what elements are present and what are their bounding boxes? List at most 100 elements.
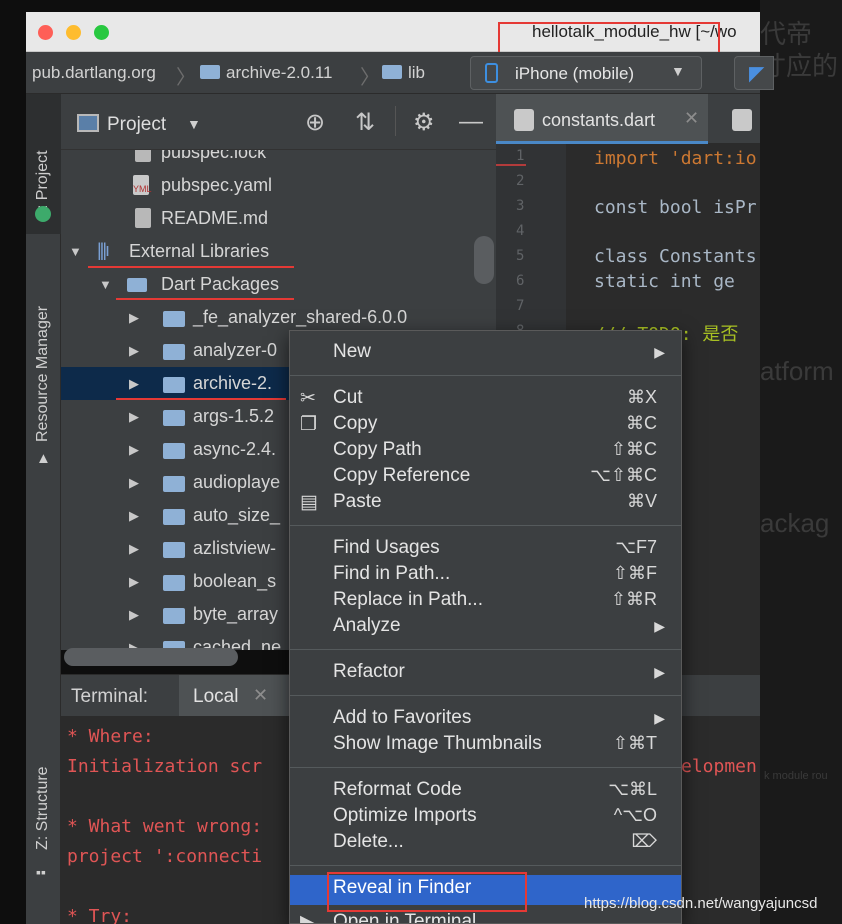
menu-item-replace-in-path[interactable]: Replace in Path... ⇧⌘R xyxy=(290,587,681,613)
menu-item-label: Paste xyxy=(333,491,382,512)
collapsed-arrow-icon[interactable]: ▶ xyxy=(129,442,139,458)
menu-item-label: Copy Path xyxy=(333,439,422,460)
close-window-button[interactable] xyxy=(38,25,53,40)
menu-item-copy-reference[interactable]: Copy Reference ⌥⇧⌘C xyxy=(290,463,681,489)
code-line: static int ge xyxy=(594,271,735,292)
menu-item-icon: ▤ xyxy=(300,492,318,513)
menu-item-label: Find in Path... xyxy=(333,563,451,584)
breadcrumb-item[interactable]: pub.dartlang.org xyxy=(32,63,156,83)
tab-constants-dart[interactable]: constants.dart ✕ xyxy=(496,94,708,144)
folder-icon xyxy=(163,509,185,525)
menu-item-label: New xyxy=(333,341,372,362)
editor-tab-bar: constants.dart ✕ xyxy=(496,94,760,144)
submenu-arrow-icon: ▶ xyxy=(654,344,665,360)
collapsed-arrow-icon[interactable]: ▶ xyxy=(129,343,139,359)
collapsed-arrow-icon[interactable]: ▶ xyxy=(129,541,139,557)
vertical-scrollbar[interactable] xyxy=(474,236,494,284)
menu-item-new[interactable]: New ▶ xyxy=(290,339,681,365)
chevron-down-icon[interactable]: ▼ xyxy=(187,116,201,132)
tree-item-label: pubspec.lock xyxy=(161,150,267,162)
device-selector-label: iPhone (mobile) xyxy=(515,64,635,83)
expand-arrow-icon[interactable]: ▼ xyxy=(99,277,112,292)
tree-item-label: audioplaye xyxy=(193,472,281,492)
tree-item[interactable]: pubspec.lock xyxy=(61,150,496,169)
tab-label: constants.dart xyxy=(542,110,656,130)
tab-resource-manager[interactable]: Resource Manager xyxy=(34,306,52,442)
tree-item-label: boolean_s xyxy=(193,571,277,591)
terminal-line: elopmen xyxy=(681,756,757,777)
menu-item-label: Delete... xyxy=(333,831,404,852)
tree-item-dart-packages[interactable]: ▼ Dart Packages xyxy=(61,268,496,301)
breadcrumb-separator-icon: 〉 xyxy=(176,67,196,89)
collapse-all-icon[interactable]: ⇅ xyxy=(355,108,375,137)
menu-item-label: Refactor xyxy=(333,661,405,682)
breadcrumb-separator-icon: 〉 xyxy=(360,67,380,89)
menu-item-shortcut: ^⌥O xyxy=(613,805,657,825)
line-number: 7 xyxy=(516,298,525,314)
android-icon xyxy=(35,206,51,222)
minimize-window-button[interactable] xyxy=(66,25,81,40)
menu-item-label: Copy Reference xyxy=(333,465,471,486)
submenu-arrow-icon: ▶ xyxy=(654,710,665,726)
menu-item-refactor[interactable]: Refactor ▶ xyxy=(290,659,681,685)
collapsed-arrow-icon[interactable]: ▶ xyxy=(129,574,139,590)
annotation-box xyxy=(327,872,527,912)
zoom-window-button[interactable] xyxy=(94,25,109,40)
project-view-selector[interactable]: Project xyxy=(107,114,166,136)
menu-item-reformat-code[interactable]: Reformat Code ⌥⌘L xyxy=(290,777,681,803)
flutter-icon: ◤ xyxy=(749,63,765,85)
tree-item[interactable]: YML pubspec.yaml xyxy=(61,169,496,202)
expand-arrow-icon[interactable]: ▼ xyxy=(69,244,82,259)
menu-item-analyze[interactable]: Analyze ▶ xyxy=(290,613,681,639)
locate-file-icon[interactable]: ⊕ xyxy=(305,108,325,137)
collapsed-arrow-icon[interactable]: ▶ xyxy=(129,409,139,425)
tree-item-label: External Libraries xyxy=(129,241,270,261)
close-icon[interactable]: ✕ xyxy=(253,685,268,706)
run-config-selector[interactable]: ◤ xyxy=(734,56,774,90)
horizontal-scrollbar[interactable] xyxy=(64,648,238,666)
breadcrumb-item[interactable]: archive-2.0.11 xyxy=(200,63,332,83)
menu-item-find-in-path[interactable]: Find in Path... ⇧⌘F xyxy=(290,561,681,587)
collapsed-arrow-icon[interactable]: ▶ xyxy=(129,508,139,524)
menu-item-find-usages[interactable]: Find Usages ⌥F7 xyxy=(290,535,681,561)
menu-item-copy-path[interactable]: Copy Path ⇧⌘C xyxy=(290,437,681,463)
menu-item-optimize-imports[interactable]: Optimize Imports ^⌥O xyxy=(290,803,681,829)
menu-item-copy[interactable]: ❐ Copy ⌘C xyxy=(290,411,681,437)
project-panel-header: Project ▼ ⊕ ⇅ ⚙ — xyxy=(61,94,496,150)
annotation-underline xyxy=(116,298,294,300)
background-text: ackag xyxy=(760,508,830,538)
line-number: 3 xyxy=(516,198,525,214)
collapsed-arrow-icon[interactable]: ▶ xyxy=(129,310,139,326)
menu-item-shortcut: ⌥⌘L xyxy=(608,779,657,799)
collapsed-arrow-icon[interactable]: ▶ xyxy=(129,607,139,623)
breadcrumb-item[interactable]: lib xyxy=(382,63,425,83)
folder-icon xyxy=(163,344,185,360)
tree-item-external-libraries[interactable]: ▼ |||ı External Libraries xyxy=(61,235,496,268)
menu-item-show-image-thumbnails[interactable]: Show Image Thumbnails ⇧⌘T xyxy=(290,731,681,757)
submenu-arrow-icon: ▶ xyxy=(654,664,665,680)
menu-item-paste[interactable]: ▤ Paste ⌘V xyxy=(290,489,681,515)
menu-item-add-to-favorites[interactable]: Add to Favorites ▶ xyxy=(290,705,681,731)
collapsed-arrow-icon[interactable]: ▶ xyxy=(129,376,139,392)
device-selector[interactable]: iPhone (mobile) ▼ xyxy=(470,56,702,90)
menu-item-icon: ❐ xyxy=(300,414,318,435)
tab-structure[interactable]: Z: Structure xyxy=(34,766,52,850)
gear-icon[interactable]: ⚙ xyxy=(413,108,435,137)
line-number: 2 xyxy=(516,173,525,189)
close-icon[interactable]: ✕ xyxy=(684,108,699,129)
menu-item-shortcut: ⌥⇧⌘C xyxy=(590,465,657,485)
menu-item-delete[interactable]: Delete... ⌦ xyxy=(290,829,681,855)
tab-label: Local xyxy=(193,686,239,707)
project-view-icon xyxy=(77,114,99,132)
hide-panel-icon[interactable]: — xyxy=(459,108,483,136)
menu-item-cut[interactable]: ✂ Cut ⌘X xyxy=(290,385,681,411)
collapsed-arrow-icon[interactable]: ▶ xyxy=(129,475,139,491)
structure-icon: ▪▪ xyxy=(36,864,46,880)
tab-project[interactable]: 1: Project xyxy=(26,94,61,234)
terminal-line: * Where: xyxy=(67,726,154,747)
tree-item[interactable]: README.md xyxy=(61,202,496,235)
tree-item-label: args-1.5.2 xyxy=(193,406,275,426)
dart-file-icon[interactable] xyxy=(732,109,752,131)
tree-item-label: azlistview- xyxy=(193,538,277,558)
background-text: atform xyxy=(760,356,834,386)
